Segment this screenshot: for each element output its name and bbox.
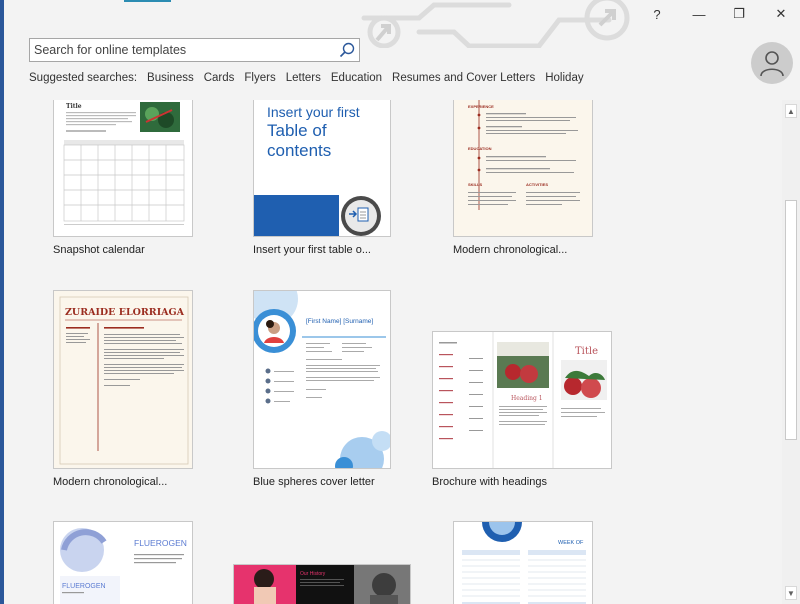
suggested-link-business[interactable]: Business bbox=[147, 72, 194, 84]
resume-cover-preview: ZURAIDE ELORRIAGA bbox=[54, 291, 192, 468]
template-thumbnail: ZURAIDE ELORRIAGA bbox=[53, 290, 193, 469]
scroll-down-arrow-icon[interactable]: ▼ bbox=[785, 586, 797, 600]
svg-text:Table of: Table of bbox=[267, 121, 327, 140]
svg-text:[First Name] [Surname]: [First Name] [Surname] bbox=[306, 318, 373, 325]
suggested-searches: Suggested searches: Business Cards Flyer… bbox=[29, 72, 594, 84]
toc-preview: Insert your first Table of contents bbox=[254, 104, 390, 236]
blue-spheres-preview: [First Name] [Surname] bbox=[254, 291, 390, 468]
svg-text:ZURAIDE ELORRIAGA: ZURAIDE ELORRIAGA bbox=[65, 307, 185, 318]
scroll-up-arrow-icon[interactable]: ▲ bbox=[785, 104, 797, 118]
template-caption: Snapshot calendar bbox=[53, 244, 145, 256]
svg-text:SKILLS: SKILLS bbox=[468, 182, 483, 187]
template-thumbnail: Insert your first Table of contents bbox=[253, 100, 391, 237]
template-tile[interactable]: Heading 1 Title Brochure with headings bbox=[432, 331, 612, 491]
template-tile[interactable]: EXPERIENCE EDUCATION SKILLS ACTIVITIES M… bbox=[453, 100, 593, 260]
template-tile[interactable]: ZURAIDE ELORRIAGA Modern chronological..… bbox=[53, 290, 193, 490]
suggested-link-cards[interactable]: Cards bbox=[204, 72, 235, 84]
svg-text:FLUEROGEN: FLUEROGEN bbox=[134, 538, 187, 548]
template-caption: Modern chronological... bbox=[53, 476, 168, 488]
template-tile[interactable]: WEEK OF bbox=[453, 521, 593, 604]
template-caption: Insert your first table o... bbox=[253, 244, 371, 256]
resume-preview: EXPERIENCE EDUCATION SKILLS ACTIVITIES bbox=[454, 100, 592, 236]
svg-text:Title: Title bbox=[575, 346, 598, 357]
circuit-decoration bbox=[361, 0, 630, 48]
svg-text:Title: Title bbox=[66, 103, 82, 110]
suggested-link-letters[interactable]: Letters bbox=[286, 72, 321, 84]
template-tile[interactable]: [First Name] [Surname] Blue spheres cove… bbox=[253, 290, 393, 490]
tab-indicator bbox=[124, 0, 171, 2]
person-icon bbox=[760, 51, 784, 77]
template-tile[interactable]: Our History bbox=[233, 564, 411, 604]
search-button[interactable] bbox=[335, 39, 359, 61]
template-thumbnail: [First Name] [Surname] bbox=[253, 290, 391, 469]
suggested-label: Suggested searches: bbox=[29, 72, 138, 84]
help-button[interactable]: ? bbox=[640, 4, 674, 24]
template-tile[interactable]: Title Snapshot calendar bbox=[53, 100, 193, 260]
suggested-link-resumes[interactable]: Resumes and Cover Letters bbox=[392, 72, 535, 84]
week-planner-preview: WEEK OF bbox=[462, 522, 586, 604]
svg-text:Our History: Our History bbox=[300, 571, 326, 577]
svg-text:EXPERIENCE: EXPERIENCE bbox=[468, 104, 494, 109]
calendar-preview: Title bbox=[63, 102, 185, 225]
template-tile[interactable]: Insert your first Table of contents Inse… bbox=[253, 100, 393, 260]
template-thumbnail: Title bbox=[53, 100, 193, 237]
minimize-button[interactable]: — bbox=[682, 4, 716, 24]
svg-text:Heading 1: Heading 1 bbox=[511, 395, 543, 402]
template-caption: Modern chronological... bbox=[453, 244, 568, 256]
template-caption: Brochure with headings bbox=[432, 476, 547, 488]
search-box bbox=[29, 38, 360, 62]
svg-text:EDUCATION: EDUCATION bbox=[468, 146, 492, 151]
svg-text:ACTIVITIES: ACTIVITIES bbox=[526, 182, 548, 187]
template-thumbnail: FLUEROGEN FLUEROGEN bbox=[53, 521, 193, 604]
template-thumbnail: EXPERIENCE EDUCATION SKILLS ACTIVITIES bbox=[453, 100, 593, 237]
template-tile[interactable]: FLUEROGEN FLUEROGEN bbox=[53, 521, 193, 604]
suggested-link-holiday[interactable]: Holiday bbox=[545, 72, 583, 84]
fluerogen-preview: FLUEROGEN FLUEROGEN bbox=[60, 528, 187, 604]
restore-button[interactable]: ❐ bbox=[722, 4, 756, 24]
svg-text:WEEK OF: WEEK OF bbox=[558, 540, 584, 546]
svg-text:FLUEROGEN: FLUEROGEN bbox=[62, 583, 106, 590]
template-thumbnail: Heading 1 Title bbox=[432, 331, 612, 469]
search-icon bbox=[339, 42, 355, 58]
template-gallery: Title Snapshot calendar Insert your firs… bbox=[4, 100, 780, 604]
template-caption: Blue spheres cover letter bbox=[253, 476, 375, 488]
our-history-preview: Our History bbox=[234, 565, 410, 604]
suggested-link-flyers[interactable]: Flyers bbox=[244, 72, 275, 84]
scrollbar-thumb[interactable] bbox=[785, 200, 797, 440]
suggested-link-education[interactable]: Education bbox=[331, 72, 382, 84]
top-bar: ? — ❐ ✕ Suggested searches: Business Car… bbox=[4, 0, 800, 100]
close-button[interactable]: ✕ bbox=[764, 4, 798, 24]
brochure-preview: Heading 1 Title bbox=[439, 332, 607, 468]
svg-text:contents: contents bbox=[267, 141, 331, 160]
search-input[interactable] bbox=[30, 39, 335, 61]
vertical-scrollbar[interactable]: ▲ ▼ bbox=[782, 100, 800, 604]
template-thumbnail: WEEK OF bbox=[453, 521, 593, 604]
account-avatar[interactable] bbox=[751, 42, 793, 84]
template-thumbnail: Our History bbox=[233, 564, 411, 604]
svg-text:Insert your first: Insert your first bbox=[267, 104, 360, 120]
